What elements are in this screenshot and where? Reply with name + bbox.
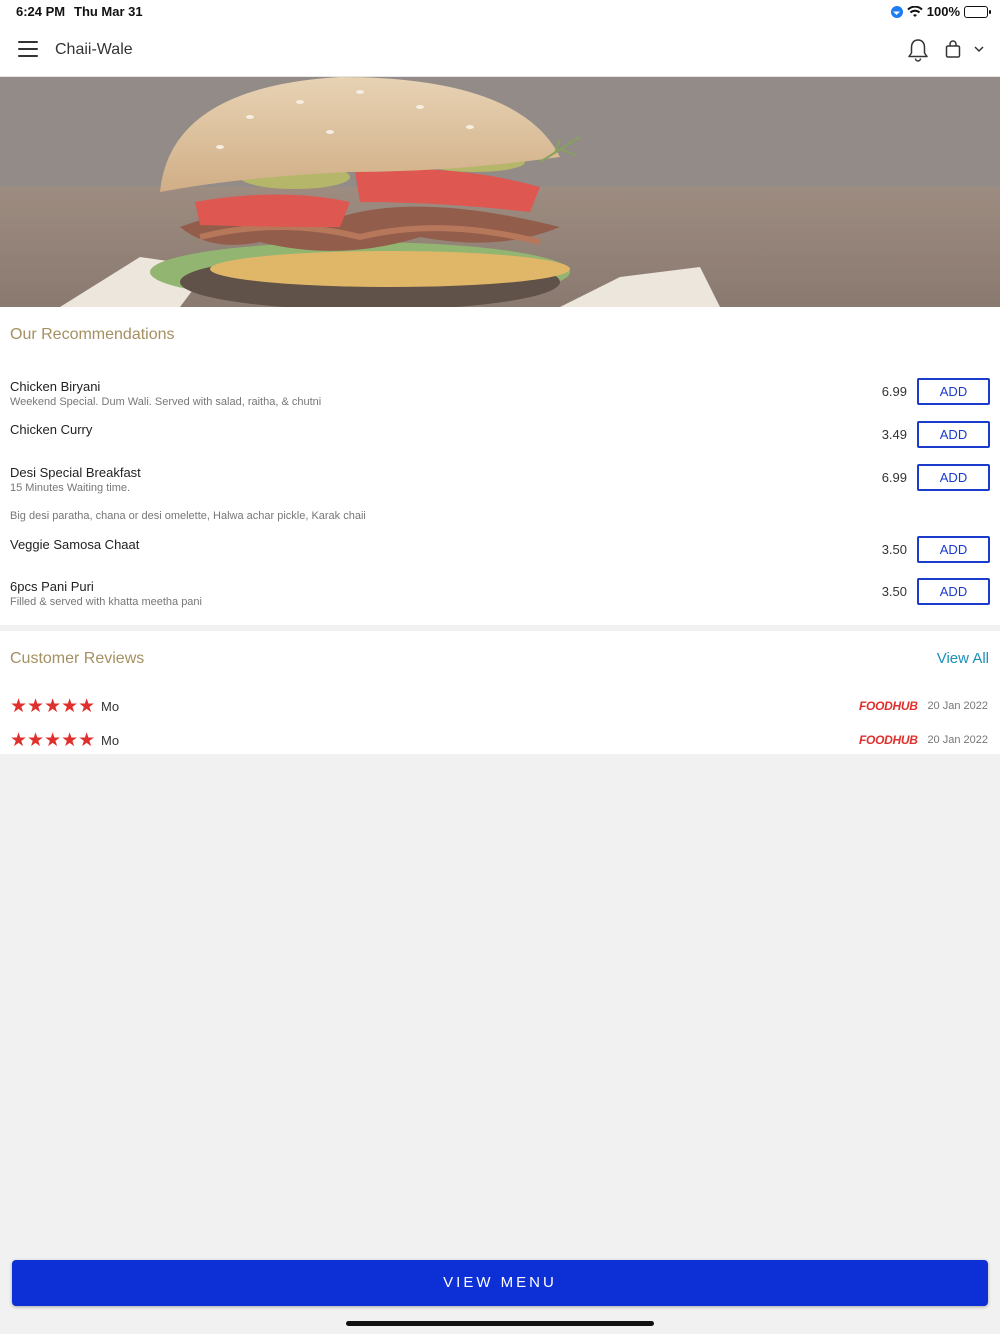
burger-illustration bbox=[0, 77, 1000, 307]
app-header: Chaii-Wale bbox=[0, 22, 1000, 77]
menu-icon[interactable] bbox=[18, 41, 38, 57]
add-button[interactable]: ADD bbox=[917, 421, 990, 448]
star-rating: ★★★★★ bbox=[10, 697, 95, 716]
status-bar: 6:24 PM Thu Mar 31 100% bbox=[0, 0, 1000, 22]
bell-icon[interactable] bbox=[907, 38, 929, 62]
item-price: 3.49 bbox=[881, 427, 907, 442]
reviewer-name: Mo bbox=[101, 699, 120, 714]
recommendations-section: Our Recommendations Chicken Biryani Week… bbox=[0, 307, 1000, 625]
location-icon bbox=[890, 5, 903, 18]
item-details: Big desi paratha, chana or desi omelette… bbox=[10, 510, 366, 522]
status-time: 6:24 PM bbox=[16, 4, 66, 19]
recommendations-title: Our Recommendations bbox=[10, 326, 175, 343]
battery-percent: 100% bbox=[926, 4, 960, 19]
review-date: 20 Jan 2022 bbox=[927, 734, 988, 746]
add-button[interactable]: ADD bbox=[917, 578, 990, 605]
star-icons: ★★★★★ bbox=[10, 730, 96, 751]
item-description: 15 Minutes Waiting time. bbox=[10, 482, 131, 494]
status-date: Thu Mar 31 bbox=[74, 4, 143, 19]
battery-icon bbox=[964, 5, 991, 18]
home-indicator bbox=[346, 1321, 654, 1326]
app-title: Chaii-Wale bbox=[55, 41, 133, 58]
add-button[interactable]: ADD bbox=[917, 378, 990, 405]
reviews-title: Customer Reviews bbox=[10, 650, 145, 667]
shopping-bag-icon[interactable] bbox=[945, 40, 961, 58]
wifi-icon bbox=[907, 5, 923, 17]
foodhub-logo: FOODHUB bbox=[859, 733, 918, 747]
add-button[interactable]: ADD bbox=[917, 536, 990, 563]
status-icons: 100% bbox=[890, 4, 991, 19]
customer-reviews-section: Customer Reviews View All ★★★★★ Mo FOODH… bbox=[0, 631, 1000, 754]
star-icons: ★★★★★ bbox=[10, 696, 96, 717]
reviewer-name: Mo bbox=[101, 733, 120, 748]
item-price: 3.50 bbox=[881, 584, 907, 599]
item-name: Desi Special Breakfast bbox=[10, 465, 141, 480]
item-description: Filled & served with khatta meetha pani bbox=[10, 596, 202, 608]
item-price: 3.50 bbox=[881, 542, 907, 557]
item-name: 6pcs Pani Puri bbox=[10, 579, 94, 594]
chevron-down-icon[interactable] bbox=[973, 45, 985, 53]
item-description: Weekend Special. Dum Wali. Served with s… bbox=[10, 396, 322, 408]
hero-banner-image bbox=[0, 77, 1000, 307]
view-all-link[interactable]: View All bbox=[937, 650, 989, 667]
view-menu-button[interactable]: VIEW MENU bbox=[12, 1260, 988, 1306]
item-price: 6.99 bbox=[881, 470, 907, 485]
star-rating: ★★★★★ bbox=[10, 731, 95, 750]
foodhub-logo: FOODHUB bbox=[859, 699, 918, 713]
review-date: 20 Jan 2022 bbox=[927, 700, 988, 712]
item-price: 6.99 bbox=[881, 384, 907, 399]
add-button[interactable]: ADD bbox=[917, 464, 990, 491]
item-name: Veggie Samosa Chaat bbox=[10, 537, 140, 552]
item-name: Chicken Curry bbox=[10, 422, 93, 437]
item-name: Chicken Biryani bbox=[10, 379, 101, 394]
